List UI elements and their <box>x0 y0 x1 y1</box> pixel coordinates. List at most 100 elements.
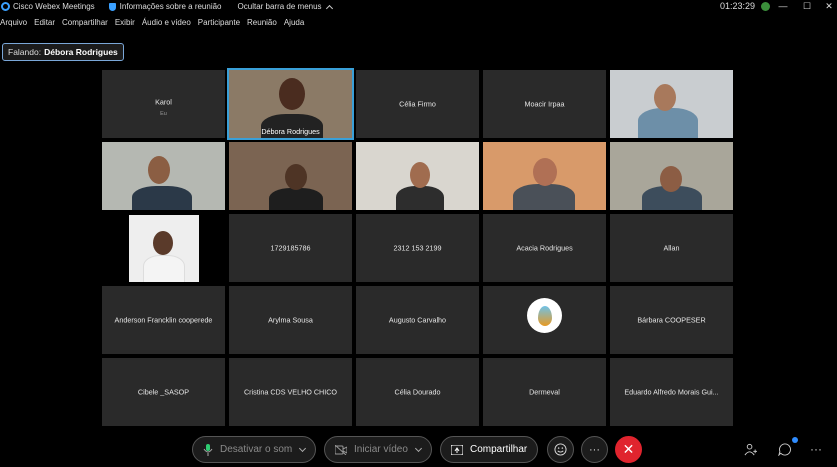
participant-video-tile[interactable] <box>483 142 606 210</box>
participant-tile[interactable]: Bárbara COOPESER <box>610 286 733 354</box>
participant-video-face <box>654 84 676 111</box>
more-panels-button[interactable]: ··· <box>809 442 823 456</box>
webex-logo-icon <box>1 2 10 11</box>
participant-avatar <box>527 298 562 333</box>
start-video-button[interactable]: Iniciar vídeo <box>324 436 432 463</box>
hide-menu-button[interactable]: Ocultar barra de menus <box>237 2 333 12</box>
participant-tile[interactable]: Allan <box>610 214 733 282</box>
participant-name: 1729185786 <box>270 243 311 253</box>
menu-item-participante[interactable]: Participante <box>198 18 240 32</box>
participant-tile[interactable] <box>483 286 606 354</box>
participant-video <box>638 108 698 138</box>
participant-video-tile[interactable] <box>610 70 733 138</box>
participant-name: Augusto Carvalho <box>388 315 447 325</box>
participant-tile[interactable]: Célia Firmo <box>356 70 479 138</box>
participant-tile[interactable]: Anderson Francklin cooperede <box>102 286 225 354</box>
participant-grid: Karol Eu Débora Rodrigues Célia Firmo Mo… <box>102 68 735 430</box>
app-title: Cisco Webex Meetings <box>13 2 95 11</box>
participant-name: Dermeval <box>529 387 560 397</box>
participant-tile[interactable]: 1729185786 <box>229 214 352 282</box>
notification-badge <box>792 437 798 443</box>
menu-item-compartilhar[interactable]: Compartilhar <box>62 18 108 32</box>
chat-panel-button[interactable] <box>777 442 791 456</box>
video-off-icon <box>335 444 347 455</box>
chevron-down-icon[interactable] <box>298 444 307 453</box>
menu-item-reuniao[interactable]: Reunião <box>247 18 277 32</box>
more-options-button[interactable]: ··· <box>581 436 608 463</box>
mute-label: Desativar o som <box>220 444 293 455</box>
participant-tile[interactable]: Cibele _SASOP <box>102 358 225 426</box>
participant-tile[interactable]: Arylma Sousa <box>229 286 352 354</box>
share-label: Compartilhar <box>470 444 528 455</box>
share-button[interactable]: Compartilhar <box>440 436 538 463</box>
participant-name: Anderson Francklin cooperede <box>114 315 213 325</box>
meeting-info-label: Informações sobre a reunião <box>119 2 222 11</box>
participant-video-face <box>148 156 170 184</box>
participant-name: Eduardo Alfredo Morais Gui... <box>624 387 719 397</box>
participant-video-face <box>660 166 682 192</box>
participant-name: Cibele _SASOP <box>137 387 190 397</box>
microphone-icon <box>203 443 213 456</box>
chevron-up-icon <box>325 4 333 12</box>
participant-video-tile[interactable] <box>610 142 733 210</box>
participant-name: 2312 153 2199 <box>393 243 442 253</box>
close-window-button[interactable]: ✕ <box>822 0 836 12</box>
participant-tile[interactable]: Augusto Carvalho <box>356 286 479 354</box>
participant-video-tile[interactable] <box>102 142 225 210</box>
speaking-label: Falando: <box>8 47 42 57</box>
reactions-button[interactable] <box>547 436 574 463</box>
meeting-controls-bar: Desativar o som Iniciar vídeo Compartilh… <box>0 432 837 467</box>
menu-item-audio-video[interactable]: Áudio e vídeo <box>142 18 191 32</box>
participant-video <box>132 186 192 210</box>
menu-item-exibir[interactable]: Exibir <box>115 18 135 32</box>
minimize-button[interactable]: — <box>776 0 790 12</box>
participants-panel-button[interactable] <box>743 442 757 456</box>
participant-name: Acacia Rodrigues <box>516 243 573 253</box>
end-meeting-button[interactable]: ✕ <box>615 436 642 463</box>
meeting-info-button[interactable]: Informações sobre a reunião <box>108 2 222 11</box>
menu-item-arquivo[interactable]: Arquivo <box>0 18 27 32</box>
participant-name: Arylma Sousa <box>268 315 313 325</box>
menu-item-editar[interactable]: Editar <box>34 18 55 32</box>
chevron-down-icon[interactable] <box>414 444 423 453</box>
participant-tile[interactable]: Dermeval <box>483 358 606 426</box>
title-bar: Cisco Webex Meetings Informações sobre a… <box>0 0 837 13</box>
participant-name: Célia Firmo <box>399 99 436 109</box>
participant-tile[interactable]: Célia Dourado <box>356 358 479 426</box>
participant-tile[interactable]: Eduardo Alfredo Morais Gui... <box>610 358 733 426</box>
menu-bar: Arquivo Editar Compartilhar Exibir Áudio… <box>0 18 311 32</box>
participant-tile[interactable]: Acacia Rodrigues <box>483 214 606 282</box>
participant-video-body <box>143 255 185 282</box>
participant-name: Allan <box>663 243 680 253</box>
participant-name: Bárbara COOPESER <box>637 315 706 325</box>
participant-tile[interactable]: Moacir Irpaa <box>483 70 606 138</box>
participant-tile[interactable]: Karol Eu <box>102 70 225 138</box>
participant-self-label: Eu <box>160 111 167 117</box>
maximize-button[interactable]: ☐ <box>800 0 814 12</box>
active-speaker-indicator: Falando: Débora Rodrigues <box>2 43 124 61</box>
hide-menu-label: Ocultar barra de menus <box>237 2 322 11</box>
participant-name: Moacir Irpaa <box>524 99 565 109</box>
participant-video-face <box>410 162 430 188</box>
participant-video <box>513 184 575 210</box>
participant-tile[interactable]: Cristina CDS VELHO CHICO <box>229 358 352 426</box>
smiley-icon <box>554 443 567 456</box>
participant-tile[interactable]: 2312 153 2199 <box>356 214 479 282</box>
participant-video-tile[interactable] <box>102 214 225 282</box>
participant-video-face <box>285 164 307 190</box>
shield-icon <box>108 2 116 11</box>
participant-video-tile[interactable]: Débora Rodrigues <box>227 68 354 140</box>
participant-video <box>129 215 199 282</box>
menu-item-ajuda[interactable]: Ajuda <box>284 18 304 32</box>
network-status-icon[interactable] <box>761 2 770 11</box>
speaker-name: Débora Rodrigues <box>44 47 118 57</box>
participant-name: Cristina CDS VELHO CHICO <box>243 387 338 397</box>
participant-video <box>396 186 444 210</box>
participant-video-tile[interactable] <box>229 142 352 210</box>
participant-name: Débora Rodrigues <box>261 127 320 136</box>
participant-video-tile[interactable] <box>356 142 479 210</box>
mute-button[interactable]: Desativar o som <box>192 436 316 463</box>
participants-icon <box>744 443 757 455</box>
participant-name: Karol <box>155 97 172 107</box>
participant-name: Célia Dourado <box>394 387 441 397</box>
